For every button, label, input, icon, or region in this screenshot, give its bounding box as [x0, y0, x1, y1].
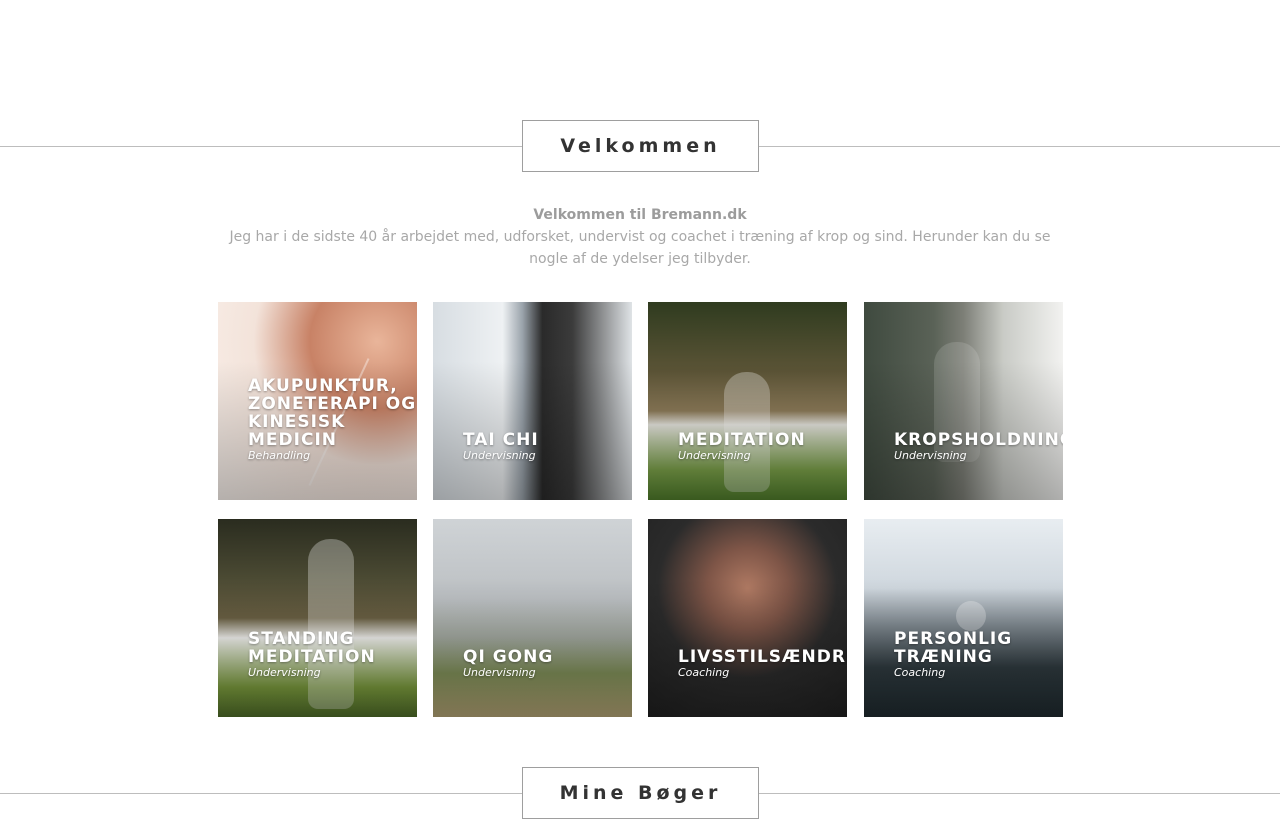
service-title: TAI CHI — [463, 430, 539, 450]
service-tile-tai-chi[interactable]: TAI CHI Undervisning — [433, 302, 632, 500]
service-tile-livsstilsaendringer[interactable]: LIVSSTILSÆNDRINGER Coaching — [648, 519, 847, 717]
service-caption: TAI CHI Undervisning — [463, 431, 632, 462]
welcome-intro: Velkommen til Bremann.dk Jeg har i de si… — [215, 204, 1065, 270]
service-caption: KROPSHOLDNING Undervisning — [894, 431, 1063, 462]
service-title: KROPSHOLDNING — [894, 430, 1063, 450]
service-caption: LIVSSTILSÆNDRINGER Coaching — [678, 648, 847, 679]
service-subtitle: Undervisning — [463, 666, 536, 679]
books-heading-text: Mine Bøger — [559, 782, 722, 804]
welcome-lead: Velkommen til Bremann.dk — [533, 207, 747, 223]
welcome-heading: Velkommen — [522, 120, 759, 172]
service-title: STANDING MEDITATION — [248, 629, 376, 667]
service-subtitle: Undervisning — [894, 449, 967, 462]
service-caption: AKUPUNKTUR, ZONETERAPI OG KINESISK MEDIC… — [248, 377, 417, 462]
service-tile-kropsholdning[interactable]: KROPSHOLDNING Undervisning — [864, 302, 1063, 500]
service-tile-personlig-traening[interactable]: PERSONLIG TRÆNING Coaching — [864, 519, 1063, 717]
service-subtitle: Undervisning — [248, 666, 321, 679]
service-tile-standing-meditation[interactable]: STANDING MEDITATION Undervisning — [218, 519, 417, 717]
service-caption: STANDING MEDITATION Undervisning — [248, 630, 417, 679]
service-tile-meditation[interactable]: MEDITATION Undervisning — [648, 302, 847, 500]
service-subtitle: Behandling — [248, 449, 311, 462]
service-subtitle: Undervisning — [678, 449, 751, 462]
welcome-heading-text: Velkommen — [560, 135, 721, 157]
service-caption: QI GONG Undervisning — [463, 648, 632, 679]
service-tile-qi-gong[interactable]: QI GONG Undervisning — [433, 519, 632, 717]
service-subtitle: Coaching — [678, 666, 730, 679]
service-subtitle: Undervisning — [463, 449, 536, 462]
service-subtitle: Coaching — [894, 666, 946, 679]
service-tile-akupunktur[interactable]: AKUPUNKTUR, ZONETERAPI OG KINESISK MEDIC… — [218, 302, 417, 500]
service-title: PERSONLIG TRÆNING — [894, 629, 1013, 667]
welcome-text: Jeg har i de sidste 40 år arbejdet med, … — [229, 229, 1051, 267]
service-title: AKUPUNKTUR, ZONETERAPI OG KINESISK MEDIC… — [248, 376, 417, 450]
service-title: MEDITATION — [678, 430, 806, 450]
service-caption: MEDITATION Undervisning — [678, 431, 847, 462]
books-heading: Mine Bøger — [522, 767, 759, 819]
service-title: LIVSSTILSÆNDRINGER — [678, 647, 847, 667]
service-caption: PERSONLIG TRÆNING Coaching — [894, 630, 1063, 679]
service-title: QI GONG — [463, 647, 554, 667]
